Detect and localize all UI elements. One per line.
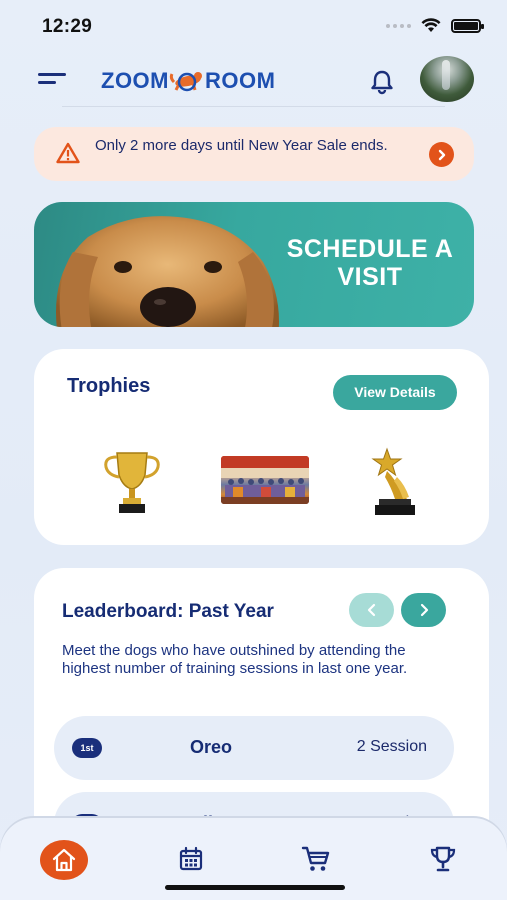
schedule-visit-title: SCHEDULE A VISIT bbox=[286, 235, 454, 291]
trophy-icon[interactable] bbox=[428, 844, 458, 874]
home-icon[interactable] bbox=[40, 840, 88, 880]
view-details-button[interactable]: View Details bbox=[333, 375, 457, 410]
leaderboard-title: Leaderboard: Past Year bbox=[62, 601, 274, 622]
battery-icon bbox=[451, 18, 484, 33]
trophies-card: Trophies View Details bbox=[34, 349, 489, 545]
status-bar: 12:29 bbox=[0, 0, 507, 50]
previous-button[interactable] bbox=[349, 593, 394, 627]
chevron-left-icon bbox=[367, 603, 375, 617]
warning-icon bbox=[56, 142, 80, 164]
alert-text: Only 2 more days until New Year Sale end… bbox=[95, 137, 388, 154]
next-button[interactable] bbox=[401, 593, 446, 627]
logo-text-right: ROOM bbox=[205, 68, 276, 93]
trophies-title: Trophies bbox=[67, 375, 151, 397]
calendar-icon[interactable] bbox=[176, 844, 206, 874]
rank-badge: 1st bbox=[72, 738, 102, 758]
app-header: ZOOM ROOM bbox=[0, 56, 507, 106]
cart-icon[interactable] bbox=[300, 844, 332, 874]
logo-dog-icon bbox=[169, 72, 202, 92]
chevron-right-icon bbox=[420, 603, 428, 617]
leaderboard-row[interactable]: 1st Oreo 2 Session bbox=[54, 716, 454, 780]
star-trophy-icon[interactable] bbox=[367, 447, 419, 517]
status-icons bbox=[386, 18, 484, 33]
signal-icon bbox=[386, 23, 411, 28]
logo-text-left: ZOOM bbox=[101, 68, 169, 93]
session-count: 2 Session bbox=[356, 738, 427, 755]
trophy-cup-icon[interactable] bbox=[101, 449, 163, 515]
home-indicator bbox=[165, 885, 345, 890]
sale-alert-banner[interactable]: Only 2 more days until New Year Sale end… bbox=[34, 127, 474, 181]
dog-photo bbox=[56, 216, 279, 327]
zoom-room-logo: ZOOM ROOM bbox=[101, 67, 275, 95]
schedule-visit-banner[interactable]: SCHEDULE A VISIT bbox=[34, 202, 474, 327]
dog-name: Oreo bbox=[190, 737, 233, 757]
status-time: 12:29 bbox=[42, 16, 93, 37]
menu-icon[interactable] bbox=[38, 70, 68, 90]
bell-icon[interactable] bbox=[368, 68, 396, 96]
group-photo[interactable] bbox=[221, 456, 309, 504]
chevron-right-icon[interactable] bbox=[429, 142, 454, 167]
wifi-icon bbox=[421, 18, 441, 32]
leaderboard-description: Meet the dogs who have outshined by atte… bbox=[62, 642, 408, 677]
avatar[interactable] bbox=[420, 56, 474, 102]
header-divider bbox=[62, 106, 445, 107]
